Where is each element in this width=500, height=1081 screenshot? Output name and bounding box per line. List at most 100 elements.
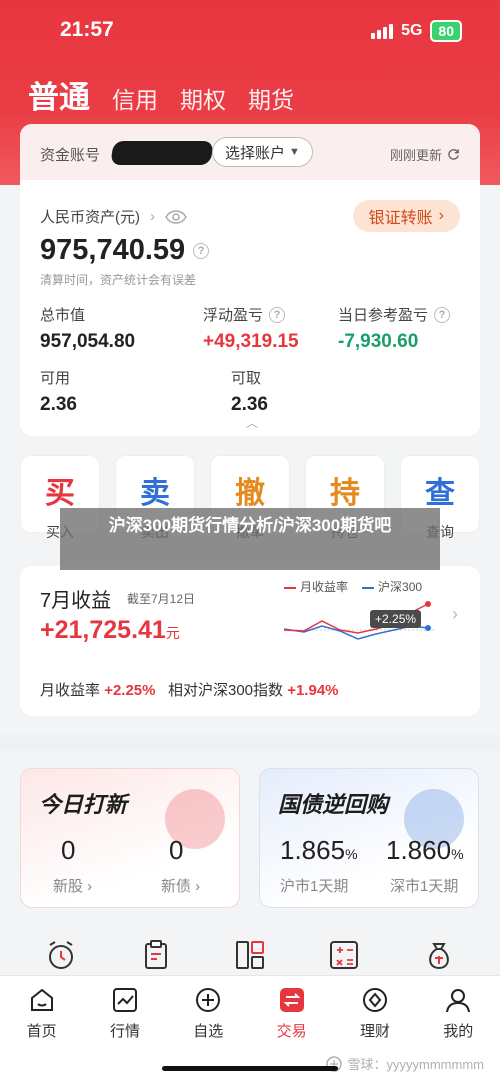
home-indicator[interactable] — [162, 1066, 338, 1071]
tab-normal[interactable]: 普通 — [28, 72, 90, 117]
metric-label: 当日参考盈亏 — [338, 307, 429, 324]
metric-market-value: 总市值 957,054.80 — [40, 304, 135, 353]
nav-watchlist[interactable]: 自选 — [173, 986, 243, 1041]
income-unit: 元 — [165, 625, 180, 641]
sh-repo-rate-unit: % — [345, 846, 358, 862]
asset-value: 975,740.59 ? — [40, 234, 210, 267]
nav-watchlist-label: 自选 — [193, 1023, 224, 1040]
calculator-icon[interactable] — [327, 938, 361, 972]
query-glyph: 查 — [425, 477, 455, 510]
nav-wealth[interactable]: 理财 — [340, 986, 410, 1041]
nav-home[interactable]: 首页 — [7, 986, 77, 1041]
watermark-text: 雪球：yyyyymmmmmm — [347, 1057, 484, 1072]
bank-transfer-label: 银证转账 — [368, 210, 433, 227]
new-bond-label: 新债 — [161, 878, 192, 895]
help-icon[interactable]: ? — [193, 242, 210, 259]
user-icon — [446, 989, 471, 1013]
ipo-title: 今日打新 — [39, 792, 128, 817]
bank-transfer-button[interactable]: 银证转账 › — [352, 200, 460, 232]
chevron-right-icon: › — [150, 208, 155, 225]
metric-floating-pnl: 浮动盈亏? +49,319.15 — [203, 304, 299, 353]
footer-value-relative: +1.94% — [287, 682, 339, 699]
asset-note: 清算时间，资产统计会有误差 — [40, 273, 197, 287]
section-divider — [0, 735, 500, 751]
quick-shortcuts — [0, 938, 500, 974]
sell-glyph: 卖 — [140, 477, 170, 510]
sz-repo-rate-value: 1.860 — [386, 835, 452, 865]
legend-index: 沪深300 — [362, 578, 422, 595]
sh-repo-label: 沪市1天期 — [280, 878, 349, 895]
refresh-button[interactable]: 刚刚更新 — [390, 145, 460, 164]
asset-title-label: 人民币资产(元) — [40, 209, 140, 226]
monthly-income-card[interactable]: 7月收益 截至7月12日 +21,725.41元 月收益率 沪深300 +2.2… — [20, 566, 480, 716]
help-icon[interactable]: ? — [434, 306, 451, 323]
bottom-navigation: 首页 行情 自选 交易 理财 我的 雪球：yyyyymmmmmm — [0, 975, 500, 1081]
nav-market-label: 行情 — [109, 1023, 140, 1040]
new-bond-link[interactable]: 新债 › — [161, 875, 200, 896]
status-time: 21:57 — [60, 18, 114, 41]
metric-label: 可取 — [231, 370, 262, 387]
nav-profile[interactable]: 我的 — [423, 986, 493, 1041]
sh-repo-rate: 1.865% — [280, 835, 358, 866]
income-date: 截至7月12日 — [127, 592, 196, 606]
chevron-right-icon: › — [438, 207, 444, 224]
asset-value-number: 975,740.59 — [40, 234, 186, 266]
new-stock-count: 0 — [61, 835, 76, 865]
income-title: 7月收益 — [40, 590, 112, 612]
month-return-endpoint — [425, 601, 431, 607]
legend-month-return: 月收益率 — [284, 578, 348, 595]
metric-value: -7,930.60 — [338, 331, 419, 352]
switch-account-label: 选择账户 — [225, 144, 286, 162]
chart-tooltip: +2.25% — [370, 610, 422, 628]
layout-grid-icon[interactable] — [233, 938, 267, 972]
metric-value: 2.36 — [40, 394, 77, 415]
collapse-chevron-icon[interactable]: ︿ — [246, 414, 258, 431]
switch-account-button[interactable]: 选择账户 ▼ — [212, 137, 313, 167]
home-icon — [30, 988, 53, 1011]
income-chart-legend: 月收益率 沪深300 — [284, 578, 422, 595]
chevron-right-icon: › — [452, 604, 458, 624]
metric-value: 957,054.80 — [40, 331, 136, 352]
sz-repo-rate-unit: % — [451, 846, 464, 862]
income-footer: 月收益率 +2.25% 相对沪深300指数 +1.94% — [40, 679, 339, 700]
index-endpoint — [425, 625, 431, 631]
nav-trade[interactable]: 交易 — [257, 986, 327, 1041]
metric-withdrawable: 可取 2.36 — [231, 367, 268, 416]
status-indicators: 5G 80 — [371, 20, 462, 42]
legend-index-label: 沪深300 — [378, 580, 423, 594]
account-number-redacted — [110, 141, 214, 165]
ipo-subscription-card[interactable]: 今日打新 0 0 新股 › 新债 › — [20, 768, 240, 908]
sh-repo-rate-value: 1.865 — [280, 835, 346, 865]
alarm-clock-icon[interactable] — [44, 938, 78, 972]
tab-futures[interactable]: 期货 — [248, 81, 294, 115]
nav-wealth-label: 理财 — [359, 1023, 390, 1040]
battery-icon: 80 — [430, 20, 462, 42]
eye-icon[interactable] — [165, 209, 187, 224]
wealth-icon — [362, 988, 387, 1012]
metric-label: 总市值 — [40, 307, 86, 324]
nav-home-label: 首页 — [26, 1023, 57, 1040]
account-label: 资金账号 — [40, 147, 101, 164]
help-icon[interactable]: ? — [269, 306, 286, 323]
plus-circle-icon — [196, 988, 221, 1012]
account-header: 资金账号 选择账户 ▼ 刚刚更新 — [20, 124, 480, 180]
tab-credit[interactable]: 信用 — [112, 81, 158, 115]
watermark: 雪球：yyyyymmmmmm — [325, 1054, 484, 1073]
cancel-glyph: 撤 — [235, 477, 265, 510]
chart-icon — [112, 988, 137, 1012]
money-bag-icon[interactable] — [422, 938, 456, 972]
sz-repo-rate: 1.860% — [386, 835, 464, 866]
clipboard-icon[interactable] — [139, 938, 173, 972]
nav-market[interactable]: 行情 — [90, 986, 160, 1041]
chevron-down-icon: ▼ — [289, 146, 300, 158]
bond-repo-card[interactable]: 国债逆回购 1.865% 1.860% 沪市1天期 深市1天期 — [259, 768, 479, 908]
new-stock-link[interactable]: 新股 › — [53, 875, 92, 896]
signal-icon — [371, 23, 394, 39]
tab-options[interactable]: 期权 — [180, 81, 226, 115]
new-bond-count: 0 — [169, 835, 184, 865]
sz-repo-label: 深市1天期 — [390, 878, 459, 895]
metric-value: 2.36 — [231, 394, 268, 415]
positions-glyph: 持 — [330, 477, 360, 510]
trade-type-tabs: 普通 信用 期权 期货 — [28, 72, 294, 117]
article-title-overlay: 沪深300期货行情分析/沪深300期货吧 — [60, 508, 440, 570]
